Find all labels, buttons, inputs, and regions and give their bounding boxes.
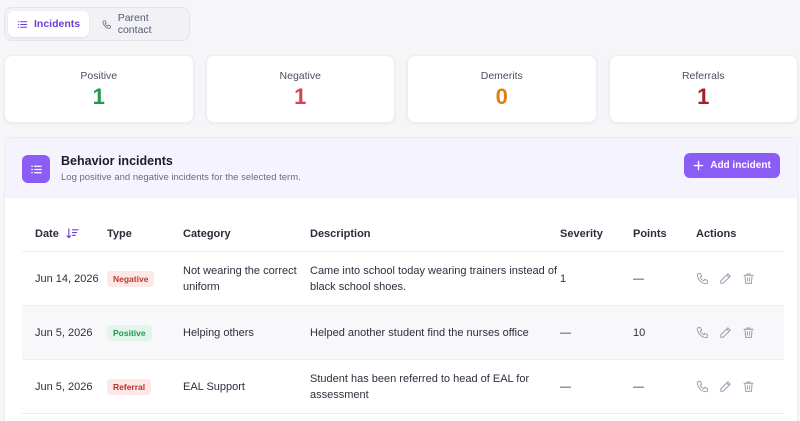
add-incident-button[interactable]: Add incident xyxy=(684,153,780,178)
cell-type: Negative xyxy=(107,270,183,287)
panel-title: Behavior incidents xyxy=(61,154,173,168)
col-type: Type xyxy=(107,227,132,240)
pencil-icon[interactable] xyxy=(719,326,732,339)
stat-label: Demerits xyxy=(480,70,523,82)
stat-positive: Positive 1 xyxy=(4,55,194,123)
stat-referrals: Referrals 1 xyxy=(608,55,798,123)
trash-icon[interactable] xyxy=(742,326,755,339)
col-severity: Severity xyxy=(560,227,603,240)
stat-label: Referrals xyxy=(681,70,725,82)
incidents-table: Date Type Category Description Severity … xyxy=(22,216,784,414)
table-header: Date Type Category Description Severity … xyxy=(22,216,784,252)
col-date[interactable]: Date xyxy=(35,226,107,242)
cell-severity: — xyxy=(560,326,571,339)
cell-actions xyxy=(696,380,784,393)
tab-label: Incidents xyxy=(34,18,81,30)
col-points: Points xyxy=(633,227,667,240)
table-row[interactable]: Jun 14, 2026 Negative Not wearing the co… xyxy=(22,252,784,306)
tab-label: Parent contact xyxy=(117,12,152,36)
incidents-panel: Behavior incidents Log positive and nega… xyxy=(4,137,798,421)
phone-icon[interactable] xyxy=(696,326,709,339)
cell-points: 10 xyxy=(633,326,646,339)
type-badge: Negative xyxy=(107,270,155,287)
col-category: Category xyxy=(183,227,231,240)
table-row[interactable]: Jun 5, 2026 Referral EAL Support Student… xyxy=(22,360,784,414)
phone-icon xyxy=(102,19,111,29)
tab-incidents[interactable]: Incidents xyxy=(8,11,90,37)
phone-icon[interactable] xyxy=(696,272,709,285)
trash-icon[interactable] xyxy=(742,272,755,285)
stat-label: Negative xyxy=(279,70,321,82)
phone-icon[interactable] xyxy=(696,380,709,393)
cell-description: Helped another student find the nurses o… xyxy=(310,326,529,339)
list-icon xyxy=(22,155,50,183)
stat-value: 1 xyxy=(92,84,105,109)
table-row[interactable]: Jun 5, 2026 Positive Helping others Help… xyxy=(22,306,784,360)
cell-category: Helping others xyxy=(183,326,254,339)
cell-type: Referral xyxy=(107,378,183,395)
cell-severity: — xyxy=(560,380,571,393)
cell-actions xyxy=(696,272,784,285)
stat-negative: Negative 1 xyxy=(205,55,395,123)
cell-points: — xyxy=(633,272,644,285)
cell-date: Jun 5, 2026 xyxy=(35,380,93,393)
cell-severity: 1 xyxy=(560,272,567,285)
cell-date: Jun 5, 2026 xyxy=(35,326,93,339)
panel-subtitle: Log positive and negative incidents for … xyxy=(61,172,301,183)
cell-points: — xyxy=(633,380,644,393)
pencil-icon[interactable] xyxy=(719,380,732,393)
plus-icon xyxy=(693,160,704,171)
cell-category: Not wearing the correct uniform xyxy=(183,264,297,293)
stats-row: Positive 1 Negative 1 Demerits 0 Referra… xyxy=(4,55,798,123)
cell-date: Jun 14, 2026 xyxy=(35,272,99,285)
panel-header: Behavior incidents Log positive and nega… xyxy=(5,138,797,198)
type-badge: Referral xyxy=(107,378,152,395)
tab-parent-contact[interactable]: Parent contact xyxy=(93,11,186,37)
col-date-label: Date xyxy=(35,227,59,240)
stat-demerits: Demerits 0 xyxy=(407,55,597,123)
cell-description: Came into school today wearing trainers … xyxy=(310,264,558,293)
col-description: Description xyxy=(310,227,371,240)
cell-category: EAL Support xyxy=(183,380,245,393)
cell-type: Positive xyxy=(107,324,183,341)
stat-label: Positive xyxy=(80,70,118,82)
stat-value: 0 xyxy=(495,84,508,109)
pencil-icon[interactable] xyxy=(719,272,732,285)
add-incident-label: Add incident xyxy=(710,160,771,171)
trash-icon[interactable] xyxy=(742,380,755,393)
stat-value: 1 xyxy=(294,84,307,109)
sort-desc-icon[interactable] xyxy=(66,228,79,239)
stat-value: 1 xyxy=(697,84,710,109)
col-actions: Actions xyxy=(696,227,737,240)
cell-description: Student has been referred to head of EAL… xyxy=(310,372,530,401)
list-icon xyxy=(17,20,28,28)
cell-actions xyxy=(696,326,784,339)
view-tabs: Incidents Parent contact xyxy=(4,7,190,41)
type-badge: Positive xyxy=(107,324,152,341)
